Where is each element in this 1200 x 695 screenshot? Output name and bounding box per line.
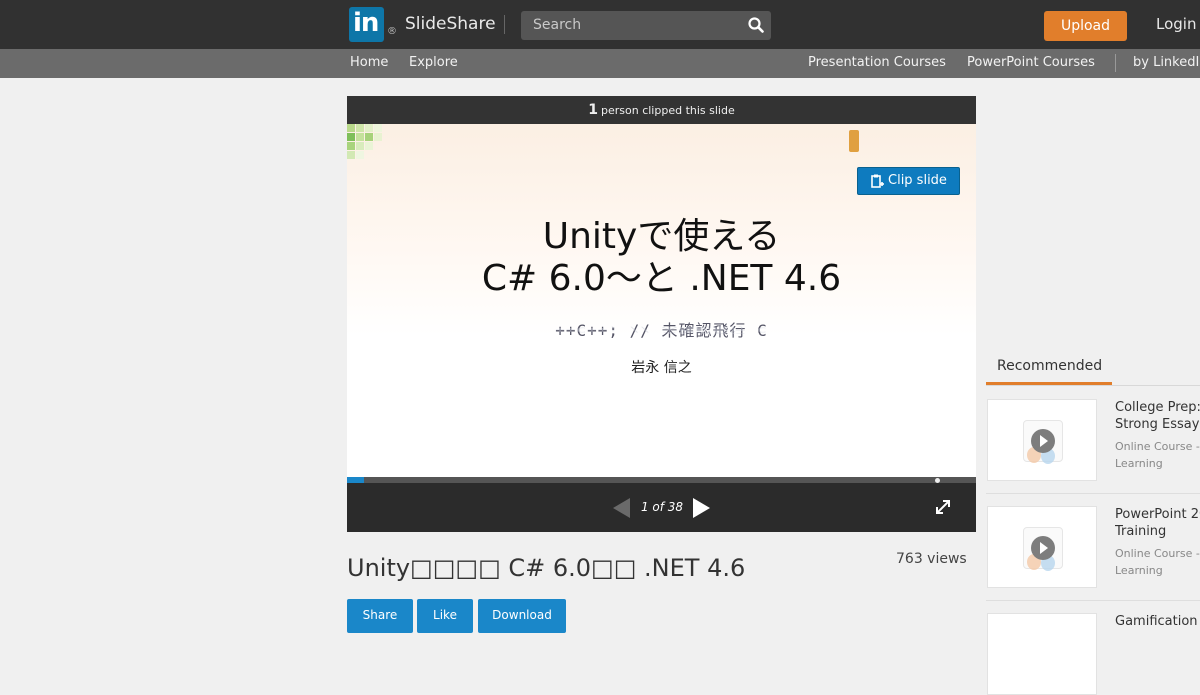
- course-thumbnail[interactable]: [987, 399, 1097, 481]
- view-count: 763 views: [896, 551, 967, 567]
- course-thumbnail[interactable]: [987, 506, 1097, 588]
- upload-button[interactable]: Upload: [1044, 11, 1127, 41]
- recommended-meta: Online Course - Learning: [1115, 440, 1200, 470]
- nav-powerpoint-courses[interactable]: PowerPoint Courses: [967, 55, 1095, 70]
- player-controls: 1 of 38: [347, 483, 976, 532]
- fullscreen-icon[interactable]: [934, 498, 952, 516]
- presentation-title: Unity□□□□ C# 6.0□□ .NET 4.6: [347, 554, 746, 582]
- recommended-item[interactable]: PowerPoint 20 Training Online Course - L…: [987, 506, 1200, 588]
- play-icon: [1031, 536, 1055, 560]
- recommended-meta: Online Course - Learning: [1115, 547, 1200, 577]
- recommended-title[interactable]: PowerPoint 20 Training: [1115, 506, 1200, 540]
- brand-name[interactable]: SlideShare: [405, 14, 496, 34]
- slide-title-line1: Unityで使える: [542, 216, 781, 257]
- slide-image[interactable]: Unityで使える C# 6.0～と .NET 4.6 ++C++; // 未確…: [347, 124, 976, 477]
- share-button[interactable]: Share: [347, 599, 413, 633]
- linkedin-logo[interactable]: in: [349, 7, 384, 42]
- recommended-item[interactable]: Gamification: [987, 613, 1200, 695]
- clip-icon: [871, 174, 884, 188]
- clip-slide-label: Clip slide: [888, 173, 947, 188]
- top-header: in ® SlideShare Search Upload Login: [0, 0, 1200, 49]
- nav-by-linkedin[interactable]: by LinkedIn: [1133, 55, 1200, 70]
- slide-subtitle-reflection: ++C++; // 未確認飛行 C: [555, 325, 768, 335]
- next-slide-icon[interactable]: [693, 498, 710, 518]
- tab-recommended[interactable]: Recommended: [997, 358, 1102, 374]
- previous-slide-icon[interactable]: [613, 498, 630, 518]
- clip-slide-button[interactable]: Clip slide: [857, 167, 960, 195]
- recommended-title[interactable]: Gamification: [1115, 613, 1200, 630]
- item-divider: [986, 600, 1200, 601]
- slide-player: 1 person clipped this slide Unityで使える C# …: [347, 96, 976, 532]
- play-icon: [1031, 429, 1055, 453]
- slide-counter: 1 of 38: [640, 500, 684, 514]
- recommended-item[interactable]: College Prep: Strong Essay Online Course…: [987, 399, 1200, 481]
- slide-title: Unityで使える C# 6.0～と .NET 4.6: [347, 216, 976, 300]
- brand-divider: [504, 15, 505, 34]
- logo-text: in: [353, 8, 379, 38]
- clip-count: 1: [588, 102, 598, 118]
- search-icon[interactable]: [747, 16, 765, 34]
- nav-presentation-courses[interactable]: Presentation Courses: [808, 55, 946, 70]
- search-placeholder: Search: [533, 17, 582, 33]
- registered-mark: ®: [387, 26, 397, 37]
- rail-divider: [986, 385, 1200, 386]
- download-button[interactable]: Download: [478, 599, 566, 633]
- sub-navigation: Home Explore Presentation Courses PowerP…: [0, 49, 1200, 78]
- item-divider: [986, 493, 1200, 494]
- nav-home[interactable]: Home: [350, 55, 388, 70]
- recommended-title[interactable]: College Prep: Strong Essay: [1115, 399, 1200, 433]
- clip-count-text: person clipped this slide: [601, 104, 735, 117]
- mascot-image: [849, 130, 859, 152]
- clip-count-bar: 1 person clipped this slide: [347, 96, 976, 124]
- like-button[interactable]: Like: [417, 599, 473, 633]
- nav-divider: [1115, 54, 1116, 72]
- decorative-grid: [347, 124, 387, 164]
- course-thumbnail[interactable]: [987, 613, 1097, 695]
- slide-author: 岩永 信之: [631, 360, 692, 376]
- slide-title-line2: C# 6.0～と .NET 4.6: [481, 258, 842, 299]
- search-input[interactable]: Search: [521, 11, 771, 40]
- nav-explore[interactable]: Explore: [409, 55, 458, 70]
- login-link[interactable]: Login: [1156, 15, 1196, 33]
